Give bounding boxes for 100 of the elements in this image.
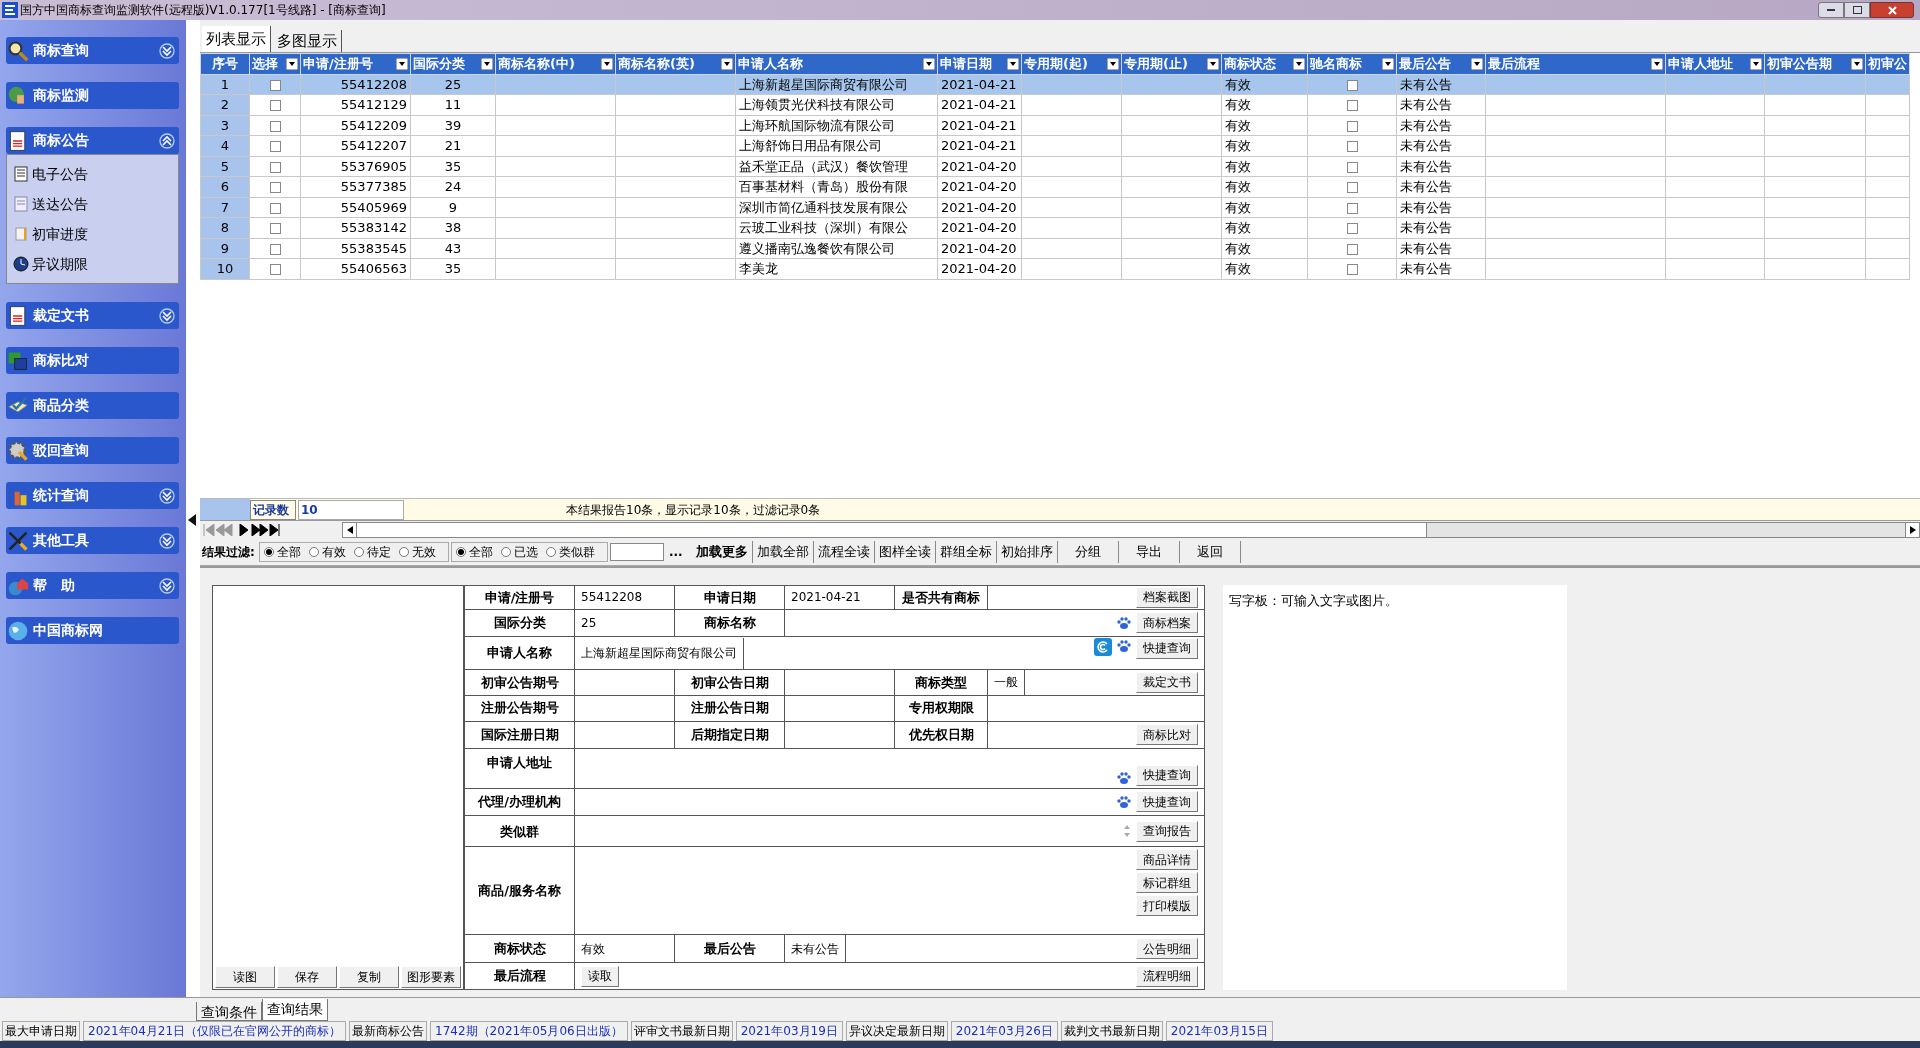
action-button[interactable]: 档案截图 — [1136, 586, 1198, 608]
bottom-tab[interactable]: 查询结果 — [262, 999, 328, 1021]
checkbox[interactable] — [1346, 243, 1358, 255]
dropdown-icon[interactable] — [1007, 57, 1019, 70]
radio-option[interactable]: 类似群 — [545, 543, 595, 561]
paw-icon[interactable] — [1116, 794, 1132, 810]
checkbox[interactable] — [1346, 161, 1358, 173]
action-button[interactable]: 公告明细 — [1136, 938, 1198, 960]
column-header[interactable]: 国际分类 — [410, 53, 496, 74]
column-header[interactable]: 初审公 — [1865, 53, 1910, 74]
radio-option[interactable]: 待定 — [353, 543, 391, 561]
column-header[interactable]: 专用期(起) — [1021, 53, 1122, 74]
dropdown-icon[interactable] — [481, 57, 493, 70]
checkbox[interactable] — [269, 79, 281, 91]
sidebar-group-header[interactable]: 商标比对 — [6, 347, 179, 374]
checkbox[interactable] — [269, 161, 281, 173]
checkbox[interactable] — [1346, 79, 1358, 91]
sidebar-item[interactable]: 电子公告 — [13, 159, 172, 189]
group-input-field[interactable] — [609, 543, 664, 561]
checkbox[interactable] — [269, 264, 281, 275]
sidebar-group-header[interactable]: 驳回查询 — [6, 437, 179, 464]
dropdown-icon[interactable] — [1851, 57, 1863, 70]
checkbox[interactable] — [269, 202, 281, 214]
sidebar-group-header[interactable]: 其他工具 — [6, 527, 179, 554]
action-button[interactable]: 商标档案 — [1136, 612, 1198, 634]
dropdown-icon[interactable] — [1750, 57, 1762, 70]
expand-icon[interactable] — [159, 532, 175, 549]
checkbox[interactable] — [269, 120, 281, 132]
sidebar-group-header[interactable]: 统计查询 — [6, 482, 179, 509]
checkbox[interactable] — [269, 141, 281, 152]
action-button[interactable]: 快捷查询 — [1136, 637, 1198, 659]
collapse-arrow-icon[interactable] — [188, 514, 196, 526]
checkbox[interactable] — [1346, 202, 1358, 214]
column-header[interactable]: 商标状态 — [1221, 53, 1308, 74]
sidebar-group-header[interactable]: 商品分类 — [6, 392, 179, 419]
checkbox[interactable] — [1346, 141, 1358, 152]
image-tool-button[interactable]: 保存 — [277, 966, 337, 988]
dropdown-icon[interactable] — [1107, 57, 1119, 70]
sidebar-group-header[interactable]: 商标公告 — [6, 127, 179, 154]
sidebar-group-header[interactable]: 商标监测 — [6, 82, 179, 109]
paw-icon[interactable] — [1116, 769, 1132, 786]
action-button[interactable]: 流程明细 — [1136, 965, 1198, 987]
radio-option[interactable]: 全部 — [263, 543, 301, 561]
sidebar-item[interactable]: 送达公告 — [13, 189, 172, 219]
scroll-right-icon[interactable] — [1909, 526, 1916, 534]
expand-icon[interactable] — [159, 577, 175, 594]
close-button[interactable] — [1870, 2, 1914, 18]
dropdown-icon[interactable] — [721, 57, 733, 70]
expand-icon[interactable] — [159, 42, 175, 59]
checkbox[interactable] — [269, 223, 281, 234]
column-header[interactable]: 选择 — [249, 53, 301, 74]
paw-icon[interactable] — [1116, 614, 1132, 631]
scroll-left-icon[interactable] — [346, 526, 353, 534]
column-header[interactable]: 商标名称(中) — [495, 53, 616, 74]
dropdown-icon[interactable] — [923, 57, 935, 70]
checkbox[interactable] — [269, 182, 281, 193]
sidebar-group-header[interactable]: 帮 助 — [6, 572, 179, 599]
action-button[interactable]: 快捷查询 — [1136, 764, 1198, 786]
column-header[interactable]: 申请日期 — [937, 53, 1022, 74]
image-tool-button[interactable]: 图形要素 — [401, 966, 461, 988]
action-button[interactable]: 快捷查询 — [1136, 791, 1198, 813]
action-button[interactable]: 商品详情 — [1136, 849, 1198, 871]
checkbox[interactable] — [1346, 264, 1358, 275]
image-tool-button[interactable]: 复制 — [339, 966, 399, 988]
view-tab[interactable]: 列表显示 — [202, 26, 271, 52]
checkbox[interactable] — [1346, 120, 1358, 132]
expand-icon[interactable] — [159, 487, 175, 504]
dropdown-icon[interactable] — [1207, 57, 1219, 70]
notepad[interactable]: 写字板：可输入文字或图片。 — [1223, 585, 1567, 990]
dropdown-icon[interactable] — [286, 57, 298, 70]
checkbox[interactable] — [1346, 182, 1358, 193]
column-header[interactable]: 申请人名称 — [735, 53, 938, 74]
collapse-icon[interactable] — [159, 132, 175, 149]
column-header[interactable]: 初审公告期 — [1764, 53, 1866, 74]
action-button[interactable]: 裁定文书 — [1136, 671, 1198, 693]
action-button[interactable]: 标记群组 — [1136, 872, 1198, 894]
sidebar-group-header[interactable]: 商标查询 — [6, 37, 179, 64]
checkbox[interactable] — [269, 243, 281, 255]
image-tool-button[interactable]: 读图 — [215, 966, 275, 988]
minimize-button[interactable] — [1818, 2, 1844, 18]
expand-icon[interactable] — [159, 307, 175, 324]
sidebar-group-header[interactable]: 裁定文书 — [6, 302, 179, 329]
column-header[interactable]: 最后公告 — [1396, 53, 1486, 74]
dropdown-icon[interactable] — [396, 57, 408, 70]
checkbox[interactable] — [1346, 223, 1358, 234]
sidebar-item[interactable]: 异议期限 — [13, 249, 172, 279]
radio-option[interactable]: 已选 — [500, 543, 538, 561]
checkbox[interactable] — [269, 100, 281, 111]
radio-option[interactable]: 全部 — [455, 543, 493, 561]
paw-icon[interactable] — [1116, 637, 1132, 654]
maximize-button[interactable] — [1844, 2, 1870, 18]
dropdown-icon[interactable] — [601, 57, 613, 70]
dropdown-icon[interactable] — [1651, 57, 1663, 70]
action-button[interactable]: 读取 — [581, 965, 619, 987]
sidebar-item[interactable]: 初审进度 — [13, 219, 172, 249]
horizontal-scrollbar[interactable] — [342, 522, 1920, 538]
radio-option[interactable]: 有效 — [308, 543, 346, 561]
dropdown-icon[interactable] — [1382, 57, 1394, 70]
action-button[interactable]: 商标比对 — [1136, 724, 1198, 746]
column-header[interactable]: 序号 — [200, 53, 250, 74]
